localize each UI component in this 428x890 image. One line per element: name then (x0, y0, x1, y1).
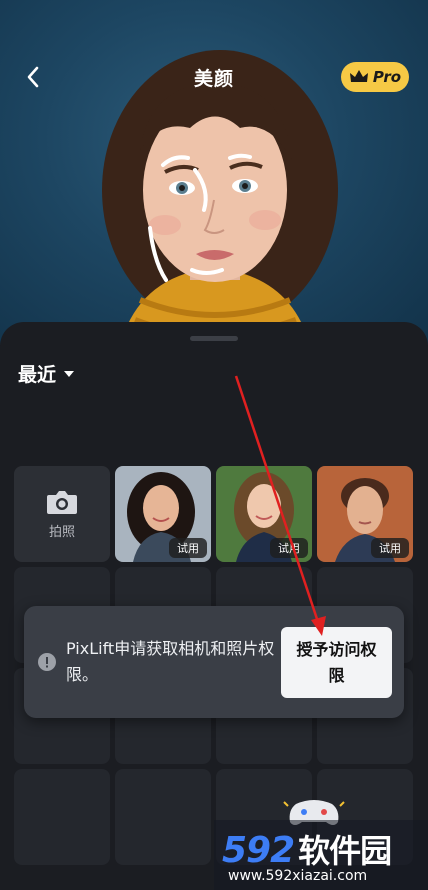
sample-photo[interactable]: 试用 (115, 466, 211, 562)
album-dropdown[interactable]: 最近 (18, 360, 75, 387)
drag-handle[interactable] (190, 336, 238, 341)
watermark-logo-text: 软件园 (298, 832, 392, 870)
try-badge: 试用 (169, 538, 207, 558)
watermark: 592 软件园 www.592xiazai.com (214, 820, 428, 890)
camera-icon (47, 490, 77, 514)
sample-photo[interactable]: 试用 (317, 466, 413, 562)
sample-photo[interactable]: 试用 (216, 466, 312, 562)
watermark-url: www.592xiazai.com (228, 868, 368, 884)
watermark-logo: 592 软件园 (222, 826, 392, 872)
permission-toast: PixLift申请获取相机和照片权限。 授予访问权限 (24, 606, 404, 718)
pro-button[interactable]: Pro (341, 62, 409, 92)
portrait-illustration (102, 50, 338, 345)
camera-button[interactable]: 拍照 (14, 466, 110, 562)
hero-photo (0, 0, 428, 345)
try-badge: 试用 (371, 538, 409, 558)
try-badge: 试用 (270, 538, 308, 558)
empty-slot (115, 769, 211, 865)
watermark-logo-number: 592 (222, 830, 295, 871)
crown-icon (349, 70, 368, 82)
caret-down-icon (64, 370, 75, 377)
permission-message: PixLift申请获取相机和照片权限。 (66, 639, 275, 684)
grant-access-button[interactable]: 授予访问权限 (281, 627, 392, 698)
warning-icon (38, 653, 56, 671)
pro-label: Pro (372, 68, 402, 86)
camera-label: 拍照 (48, 524, 75, 540)
album-label: 最近 (18, 364, 57, 386)
empty-slot (14, 769, 110, 865)
